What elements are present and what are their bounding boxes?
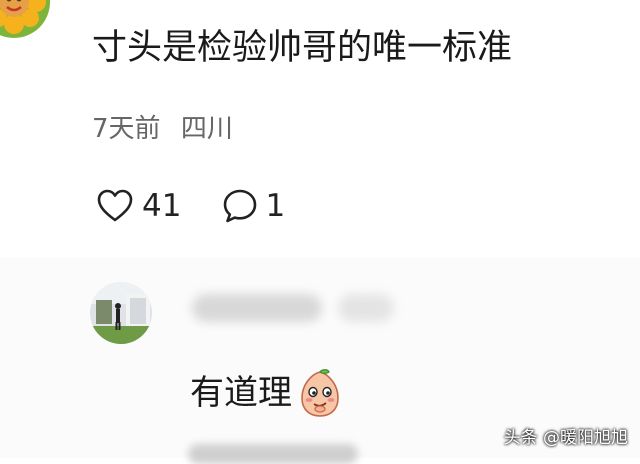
like-count: 41 (142, 188, 182, 224)
person-photo-avatar-image (90, 282, 152, 344)
reply-avatar[interactable] (90, 282, 152, 344)
comment-actions: 41 1 (96, 184, 285, 228)
heart-outline-icon (97, 189, 133, 222)
reply-count: 1 (265, 188, 286, 224)
comment-time: 7天前 (92, 114, 161, 144)
reply-meta-blurred (188, 444, 358, 464)
sunflower-avatar-image (0, 0, 50, 38)
commenter-avatar[interactable] (0, 0, 50, 38)
speech-bubble-icon (224, 189, 257, 223)
comment-text: 寸头是检验帅哥的唯一标准 (92, 28, 513, 68)
reply-content: 有道理 (190, 368, 342, 418)
reply-button[interactable]: 1 (221, 187, 285, 225)
watermark: 头条 @暖阳旭旭 (503, 428, 628, 448)
smirk-peach-emoji-icon (301, 369, 339, 417)
comment-location: 四川 (180, 114, 233, 144)
like-button[interactable]: 41 (96, 188, 181, 224)
comment-meta: 7天前 四川 (92, 112, 233, 146)
reply-text: 有道理 (190, 373, 292, 413)
reply-username-blurred (192, 294, 322, 322)
reply-time-blurred (338, 294, 394, 322)
